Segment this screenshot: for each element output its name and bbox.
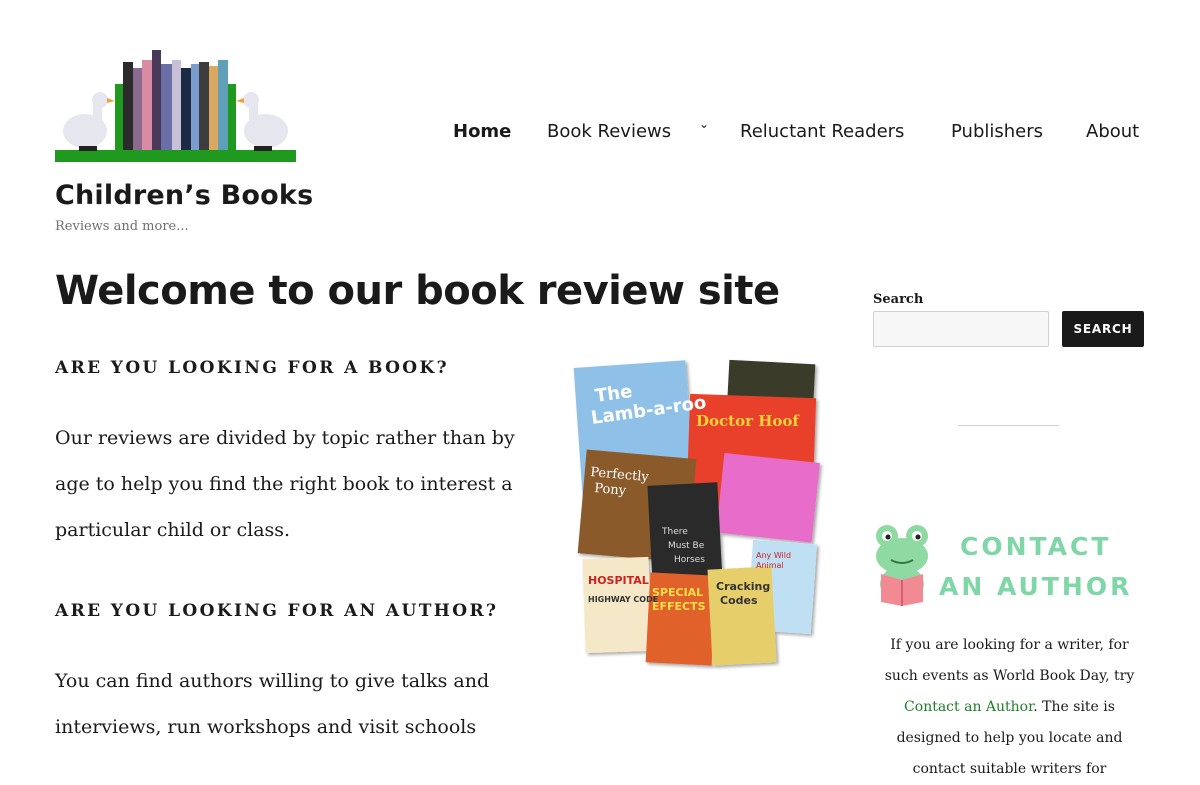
page-title: Welcome to our book review site: [55, 268, 780, 314]
search-input[interactable]: [873, 311, 1049, 347]
sidebar-divider: [958, 425, 1059, 426]
svg-text:HIGHWAY CODE: HIGHWAY CODE: [588, 595, 658, 604]
section-heading-author: ARE YOU LOOKING FOR AN AUTHOR?: [55, 601, 499, 621]
contact-text-before: If you are looking for a writer, for suc…: [884, 637, 1135, 684]
chevron-down-icon[interactable]: ⌄: [699, 117, 709, 131]
svg-text:EFFECTS: EFFECTS: [652, 600, 706, 613]
nav-item-about[interactable]: About: [1086, 121, 1139, 142]
svg-text:Codes: Codes: [720, 594, 758, 607]
section-heading-book: ARE YOU LOOKING FOR A BOOK?: [55, 358, 450, 378]
nav-item-publishers[interactable]: Publishers: [951, 121, 1043, 142]
search-label: Search: [873, 292, 924, 307]
svg-text:Any Wild: Any Wild: [756, 551, 791, 560]
main-nav: Home Book Reviews ⌄ Reluctant Readers Pu…: [0, 117, 1200, 151]
svg-text:There: There: [661, 527, 688, 537]
nav-item-book-reviews[interactable]: Book Reviews: [547, 121, 671, 142]
svg-text:Animal: Animal: [756, 561, 784, 570]
site-tagline: Reviews and more...: [55, 219, 189, 234]
search-button[interactable]: SEARCH: [1062, 311, 1144, 347]
nav-item-home[interactable]: Home: [453, 121, 511, 142]
frog-reading-icon[interactable]: [873, 522, 933, 606]
logo-base: [55, 150, 296, 162]
svg-text:HOSPITAL: HOSPITAL: [588, 574, 649, 587]
book-covers-collage: The Lamb-a-roo Doctor Hoof Perfectly Pon…: [573, 359, 820, 666]
contact-author-logo-line1[interactable]: CONTACT: [960, 532, 1111, 561]
contact-author-link[interactable]: Contact an Author: [904, 699, 1033, 715]
svg-text:Horses: Horses: [674, 555, 705, 565]
contact-author-logo-line2[interactable]: AN AUTHOR: [939, 572, 1132, 601]
svg-text:SPECIAL: SPECIAL: [652, 586, 703, 599]
svg-text:Doctor Hoof: Doctor Hoof: [696, 412, 800, 430]
svg-text:Cracking: Cracking: [716, 580, 770, 593]
section-body-book: Our reviews are divided by topic rather …: [55, 427, 515, 541]
svg-text:Pony: Pony: [594, 481, 628, 499]
section-body-author: You can find authors willing to give tal…: [55, 670, 490, 738]
nav-item-reluctant-readers[interactable]: Reluctant Readers: [740, 121, 904, 142]
contact-author-description: If you are looking for a writer, for suc…: [872, 630, 1147, 785]
site-title[interactable]: Children’s Books: [55, 180, 313, 211]
svg-text:Must Be: Must Be: [668, 541, 705, 551]
